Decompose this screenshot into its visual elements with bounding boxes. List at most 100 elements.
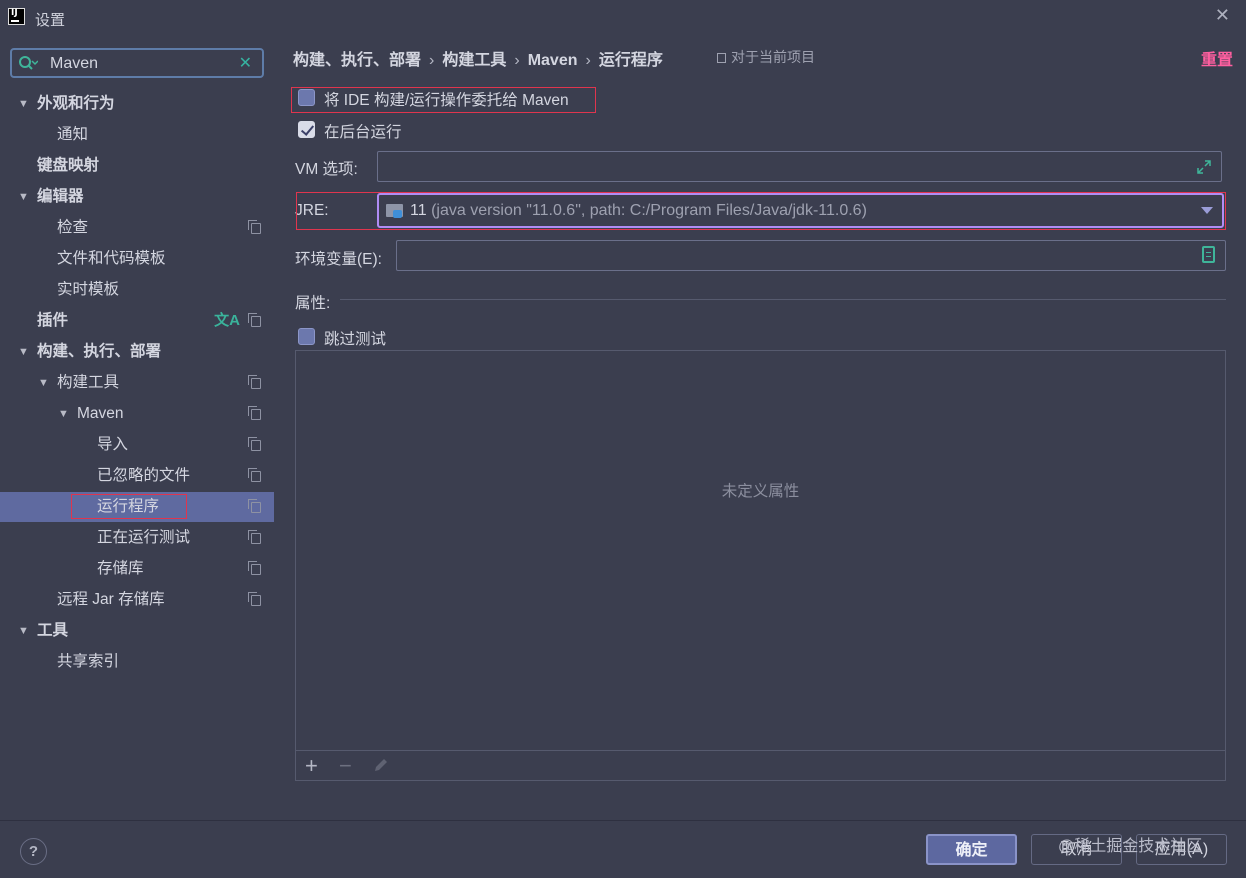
env-vars-input[interactable] bbox=[396, 240, 1226, 271]
tree-item-label: 检查 bbox=[57, 219, 89, 236]
vm-options-input[interactable] bbox=[377, 151, 1222, 182]
tree-item-tools[interactable]: ▼ 工具 bbox=[0, 616, 274, 646]
reset-link[interactable]: 重置 bbox=[1201, 46, 1233, 70]
tree-item-label: 工具 bbox=[37, 622, 69, 639]
tree-item-label: 插件 bbox=[37, 312, 69, 329]
chevron-down-icon[interactable]: ▼ bbox=[18, 89, 29, 119]
search-icon bbox=[19, 56, 38, 70]
run-in-background-label: 在后台运行 bbox=[324, 124, 402, 141]
edit-env-vars-icon[interactable] bbox=[1202, 246, 1215, 263]
settings-sidebar: Maven ✕ ▼ 外观和行为 通知 键盘映射 ▼ 编辑器 检查 文件和代码模板… bbox=[0, 36, 274, 820]
tree-item-ignored-files[interactable]: 已忽略的文件 bbox=[0, 461, 274, 491]
tree-item-label: 编辑器 bbox=[37, 188, 84, 205]
tree-item-notifications[interactable]: 通知 bbox=[0, 120, 274, 150]
breadcrumb-item: 运行程序 bbox=[598, 52, 663, 69]
tree-item-label: 实时模板 bbox=[57, 281, 120, 298]
annotation-highlight-box bbox=[291, 87, 596, 113]
project-scope-icon bbox=[248, 406, 261, 420]
tree-item-running-tests[interactable]: 正在运行测试 bbox=[0, 523, 274, 553]
run-in-background-checkbox[interactable] bbox=[298, 121, 315, 138]
tree-item-maven[interactable]: ▼ Maven bbox=[0, 399, 274, 429]
edit-pencil-icon[interactable] bbox=[372, 756, 390, 774]
properties-toolbar: + − bbox=[296, 750, 1225, 780]
tree-item-build-tools[interactable]: ▼ 构建工具 bbox=[0, 368, 274, 398]
tree-item-label: 正在运行测试 bbox=[97, 529, 191, 546]
dialog-footer: ? 确定 取消 应用(A) @稀土掘金技术社区 bbox=[0, 820, 1246, 878]
tree-item-label: 导入 bbox=[97, 436, 129, 453]
project-scope-icon bbox=[248, 375, 261, 389]
chevron-down-icon[interactable]: ▼ bbox=[18, 616, 29, 646]
tree-item-inspections[interactable]: 检查 bbox=[0, 213, 274, 243]
skip-tests-label: 跳过测试 bbox=[324, 331, 387, 348]
project-scope-icon bbox=[248, 592, 261, 606]
annotation-highlight-box bbox=[296, 192, 1226, 230]
tree-item-file-code-templates[interactable]: 文件和代码模板 bbox=[0, 244, 274, 274]
properties-table[interactable]: 未定义属性 + − bbox=[295, 350, 1226, 781]
tree-item-label: Maven bbox=[77, 405, 124, 422]
project-scope-icon bbox=[248, 220, 261, 234]
project-scope-icon bbox=[248, 313, 261, 327]
tree-item-remote-jar-repositories[interactable]: 远程 Jar 存储库 bbox=[0, 585, 274, 615]
skip-tests-checkbox[interactable] bbox=[298, 328, 315, 345]
scope-hint: 对于当前项目 bbox=[717, 47, 815, 67]
ok-button[interactable]: 确定 bbox=[926, 834, 1017, 865]
window-title: 设置 bbox=[35, 12, 66, 29]
settings-search-input[interactable]: Maven ✕ bbox=[10, 48, 264, 78]
breadcrumb-separator: › bbox=[514, 52, 520, 69]
vm-options-label: VM 选项: bbox=[295, 161, 358, 178]
breadcrumb-item: 构建工具 bbox=[442, 52, 507, 69]
project-scope-icon bbox=[248, 499, 261, 513]
tree-item-label: 远程 Jar 存储库 bbox=[57, 591, 165, 608]
project-scope-icon bbox=[717, 53, 726, 63]
properties-section-label: 属性: bbox=[295, 295, 331, 312]
annotation-highlight-box bbox=[71, 494, 187, 519]
project-scope-icon bbox=[248, 561, 261, 575]
tree-item-label: 文件和代码模板 bbox=[57, 250, 166, 267]
tree-item-importing[interactable]: 导入 bbox=[0, 430, 274, 460]
clear-search-icon[interactable]: ✕ bbox=[239, 53, 252, 73]
chevron-down-icon[interactable]: ▼ bbox=[18, 182, 29, 212]
translate-icon: 文A bbox=[214, 312, 240, 329]
settings-main-panel: 构建、执行、部署 › 构建工具 › Maven › 运行程序 对于当前项目 重置 将 IDE… bbox=[274, 36, 1246, 820]
breadcrumb-separator: › bbox=[585, 52, 591, 69]
tree-item-repositories[interactable]: 存储库 bbox=[0, 554, 274, 584]
tree-item-keymap[interactable]: 键盘映射 bbox=[0, 151, 274, 181]
tree-item-shared-indexes[interactable]: 共享索引 bbox=[0, 647, 274, 677]
expand-icon[interactable] bbox=[1197, 160, 1211, 174]
chevron-down-icon[interactable]: ▼ bbox=[58, 399, 69, 429]
run-in-background-checkbox-row[interactable]: 在后台运行 bbox=[298, 119, 418, 141]
section-divider bbox=[340, 299, 1226, 300]
watermark: @稀土掘金技术社区 bbox=[1058, 838, 1203, 855]
skip-tests-checkbox-row[interactable]: 跳过测试 bbox=[298, 326, 398, 348]
add-property-button[interactable]: + bbox=[305, 753, 318, 779]
tree-item-label: 构建工具 bbox=[57, 374, 120, 391]
remove-property-button[interactable]: − bbox=[339, 753, 352, 779]
project-scope-icon bbox=[248, 468, 261, 482]
tree-item-build-execution-deployment[interactable]: ▼ 构建、执行、部署 bbox=[0, 337, 274, 367]
help-button[interactable]: ? bbox=[20, 838, 47, 865]
window-titlebar: IJ 设置 ✕ bbox=[0, 0, 1246, 36]
tree-item-label: 已忽略的文件 bbox=[97, 467, 191, 484]
tree-item-label: 键盘映射 bbox=[37, 157, 100, 174]
breadcrumb-separator: › bbox=[429, 52, 435, 69]
tree-item-label: 构建、执行、部署 bbox=[37, 343, 162, 360]
chevron-down-icon[interactable]: ▼ bbox=[38, 368, 49, 398]
close-window-button[interactable]: ✕ bbox=[1215, 5, 1230, 26]
tree-item-label: 外观和行为 bbox=[37, 95, 115, 112]
env-vars-label: 环境变量(E): bbox=[295, 251, 382, 268]
tree-item-live-templates[interactable]: 实时模板 bbox=[0, 275, 274, 305]
tree-item-appearance-behavior[interactable]: ▼ 外观和行为 bbox=[0, 89, 274, 119]
intellij-app-icon: IJ bbox=[8, 8, 25, 25]
scope-hint-text: 对于当前项目 bbox=[731, 49, 815, 65]
breadcrumb: 构建、执行、部署 › 构建工具 › Maven › 运行程序 bbox=[293, 46, 663, 69]
breadcrumb-item: 构建、执行、部署 bbox=[293, 52, 422, 69]
tree-item-label: 共享索引 bbox=[57, 653, 120, 670]
tree-item-editor[interactable]: ▼ 编辑器 bbox=[0, 182, 274, 212]
tree-item-plugins[interactable]: 插件 文A bbox=[0, 306, 274, 336]
chevron-down-icon[interactable]: ▼ bbox=[18, 337, 29, 367]
project-scope-icon bbox=[248, 437, 261, 451]
tree-item-label: 通知 bbox=[57, 126, 89, 143]
breadcrumb-item: Maven bbox=[527, 52, 578, 69]
search-value: Maven bbox=[50, 55, 99, 72]
project-scope-icon bbox=[248, 530, 261, 544]
